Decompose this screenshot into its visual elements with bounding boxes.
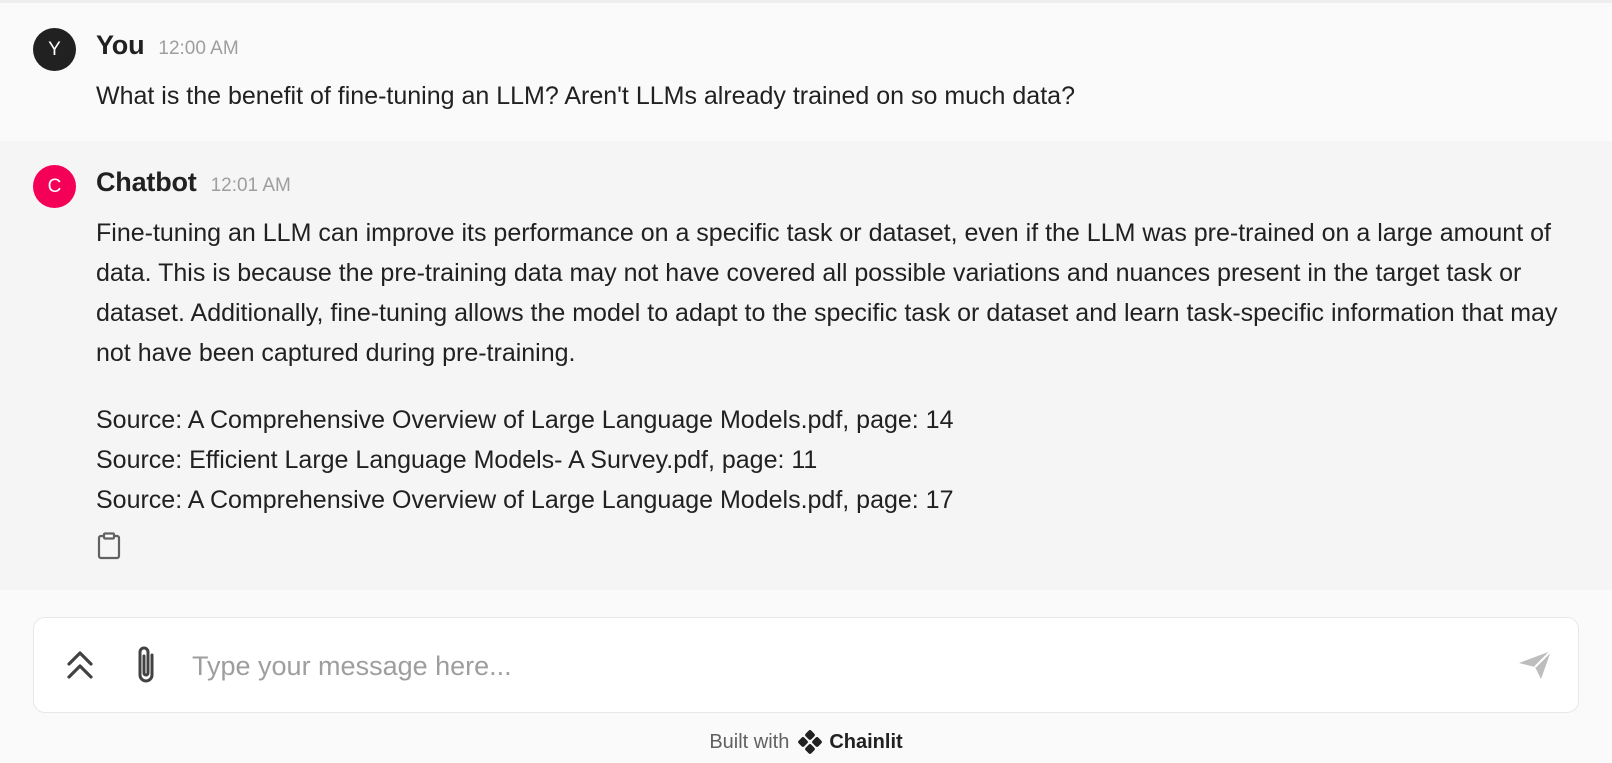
source-item: Source: Efficient Large Language Models-… [96, 446, 818, 474]
avatar-letter: C [47, 175, 62, 197]
message-timestamp: 12:00 AM [158, 38, 239, 59]
source-item: Source: A Comprehensive Overview of Larg… [96, 406, 954, 434]
message-timestamp: 12:01 AM [210, 175, 291, 196]
send-icon [1519, 650, 1552, 679]
chainlit-link[interactable]: Chainlit [797, 730, 903, 754]
author-name: You [96, 30, 145, 60]
double-chevron-up-icon [67, 651, 93, 679]
message-composer [33, 617, 1579, 713]
copy-button[interactable] [96, 531, 122, 561]
footer-text: Built with [709, 730, 790, 753]
author-name: Chatbot [96, 167, 197, 197]
source-list: Source: A Comprehensive Overview of Larg… [96, 400, 1572, 520]
message-input[interactable] [192, 638, 1482, 694]
avatar-letter: Y [48, 38, 61, 60]
send-button[interactable] [1514, 644, 1556, 686]
user-message: Y You 12:00 AM What is the benefit of fi… [0, 3, 1612, 141]
chainlit-logo-icon [798, 730, 823, 754]
footer: Built with Chainlit [0, 728, 1612, 756]
message-paragraph: Fine-tuning an LLM can improve its perfo… [96, 219, 1558, 367]
message-text: What is the benefit of fine-tuning an LL… [96, 82, 1075, 110]
brand-name: Chainlit [829, 730, 903, 753]
message-header: You 12:00 AM [96, 30, 239, 61]
attach-file-button[interactable] [128, 642, 164, 688]
message-header: Chatbot 12:01 AM [96, 167, 291, 198]
message-content: What is the benefit of fine-tuning an LL… [96, 76, 1572, 116]
avatar-user: Y [33, 28, 76, 71]
avatar-chatbot: C [33, 165, 76, 208]
bot-message: C Chatbot 12:01 AM Fine-tuning an LLM ca… [0, 141, 1612, 590]
clipboard-icon [97, 532, 121, 560]
message-content: Fine-tuning an LLM can improve its perfo… [96, 213, 1572, 520]
source-item: Source: A Comprehensive Overview of Larg… [96, 486, 954, 514]
history-button[interactable] [62, 646, 98, 684]
paperclip-icon [138, 646, 154, 683]
